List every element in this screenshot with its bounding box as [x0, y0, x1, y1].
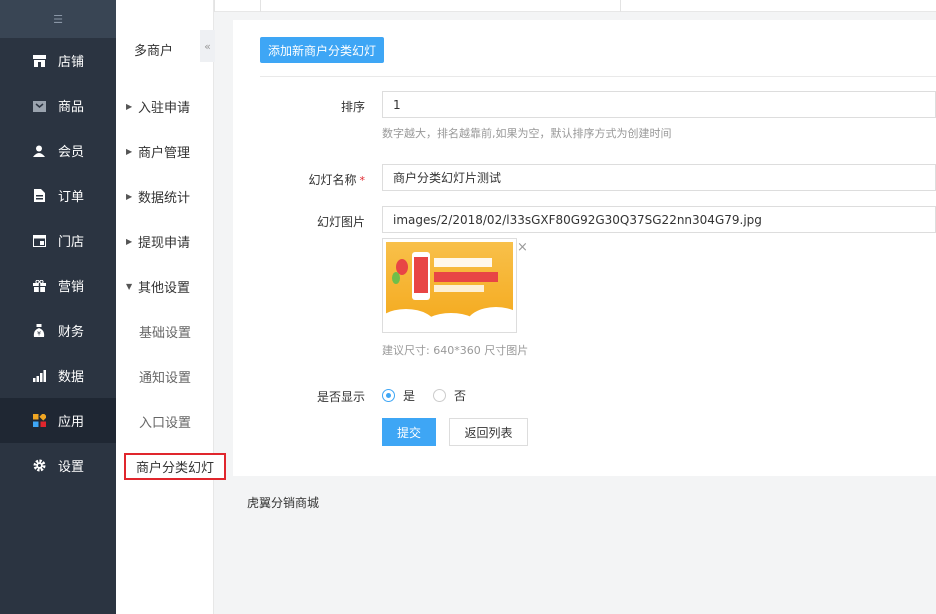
nav-item-order[interactable]: 订单: [0, 173, 116, 218]
nav-item-marketing[interactable]: 营销: [0, 263, 116, 308]
apps-icon: [32, 414, 46, 428]
radio-unchecked-icon: [433, 389, 446, 402]
svg-text:¥: ¥: [37, 331, 41, 338]
order-icon: [32, 189, 46, 203]
image-preview: [382, 238, 517, 333]
nav-item-apps[interactable]: 应用: [0, 398, 116, 443]
back-to-list-button[interactable]: 返回列表: [449, 418, 528, 446]
subnav-group-other[interactable]: ▼ 其他设置: [126, 277, 190, 296]
subnav-group-label: 商户管理: [138, 146, 191, 161]
sort-input[interactable]: 1: [382, 91, 936, 118]
nav-item-store[interactable]: 店铺: [0, 38, 116, 83]
nav-label: 应用: [58, 415, 85, 430]
store-icon: [32, 54, 46, 68]
remove-image-icon[interactable]: ×: [517, 240, 528, 255]
required-mark: *: [359, 174, 366, 187]
nav-item-settings[interactable]: 设置: [0, 443, 116, 488]
nav-item-member[interactable]: 会员: [0, 128, 116, 173]
sort-hint: 数字越大，排名越靠前,如果为空，默认排序方式为创建时间: [382, 127, 672, 140]
caret-right-icon: ▶: [126, 237, 133, 246]
slide-name-input[interactable]: 商户分类幻灯片测试: [382, 164, 936, 191]
goods-icon: [32, 99, 46, 113]
subnav-group-label: 入驻申请: [138, 101, 191, 116]
caret-right-icon: ▶: [126, 102, 133, 111]
gift-icon: [32, 279, 46, 293]
nav-label: 营销: [58, 280, 85, 295]
nav-label: 数据: [58, 370, 85, 385]
radio-label: 是: [403, 389, 416, 403]
radio-label: 否: [454, 389, 467, 403]
footer-brand: 虎翼分销商城: [247, 496, 320, 510]
nav-label: 财务: [58, 325, 85, 340]
subnav-group-label: 数据统计: [138, 191, 191, 206]
slide-thumbnail-image: [386, 242, 513, 329]
subnav-item-slides[interactable]: 商户分类幻灯: [124, 453, 226, 480]
sidebar-toggle[interactable]: ☰: [0, 0, 116, 38]
subnav-item-basic[interactable]: 基础设置: [139, 322, 191, 341]
subnav-group-label: 提现申请: [138, 236, 191, 251]
slide-image-label: 幻灯图片: [316, 215, 365, 229]
money-bag-icon: ¥: [32, 324, 46, 338]
nav-item-goods[interactable]: 商品: [0, 83, 116, 128]
menu-toggle-icon: ☰: [53, 12, 63, 26]
nav-label: 门店: [58, 235, 85, 250]
gear-icon: [32, 459, 46, 473]
display-yes-radio[interactable]: 是: [382, 387, 415, 404]
nav-item-shop[interactable]: 门店: [0, 218, 116, 263]
display-no-radio[interactable]: 否: [433, 387, 466, 404]
subnav-group-label: 其他设置: [138, 281, 191, 296]
tab-separator: [214, 0, 215, 12]
caret-right-icon: ▶: [126, 192, 133, 201]
slide-image-input[interactable]: images/2/2018/02/l33sGXF80G92G30Q37SG22n…: [382, 206, 936, 233]
bar-chart-icon: [32, 369, 46, 383]
nav-label: 会员: [58, 145, 85, 160]
divider: [260, 76, 936, 77]
caret-down-icon: ▼: [126, 282, 133, 291]
nav-label: 商品: [58, 100, 85, 115]
subnav-title: 多商户: [134, 44, 174, 59]
subnav-group-stats[interactable]: ▶ 数据统计: [126, 187, 190, 206]
top-tab-strip: [214, 0, 936, 12]
subnav-group-withdraw[interactable]: ▶ 提现申请: [126, 232, 190, 251]
sort-label: 排序: [340, 100, 365, 114]
secondary-sidebar: 多商户 « ▶ 入驻申请 ▶ 商户管理 ▶ 数据统计 ▶ 提现申请 ▼ 其他设置…: [116, 0, 226, 614]
image-size-hint: 建议尺寸: 640*360 尺寸图片: [382, 344, 529, 357]
main-sidebar: ☰ 店铺 商品 会员 订单 门店 营销 ¥ 财务 数据 应用 设置: [0, 0, 116, 614]
submit-button[interactable]: 提交: [382, 418, 436, 446]
nav-item-data[interactable]: 数据: [0, 353, 116, 398]
nav-label: 订单: [58, 190, 85, 205]
shop-icon: [32, 234, 46, 248]
add-slide-button[interactable]: 添加新商户分类幻灯: [260, 37, 385, 63]
subnav-group-apply[interactable]: ▶ 入驻申请: [126, 97, 190, 116]
slide-name-label-text: 幻灯名称: [308, 173, 357, 187]
display-label: 是否显示: [316, 390, 365, 404]
nav-label: 设置: [58, 460, 85, 475]
collapse-button[interactable]: «: [200, 30, 215, 62]
tab-separator: [620, 0, 621, 12]
double-chevron-left-icon: «: [204, 39, 211, 53]
caret-right-icon: ▶: [126, 147, 133, 156]
tab-separator: [260, 0, 261, 12]
subnav-group-merchant[interactable]: ▶ 商户管理: [126, 142, 190, 161]
slide-name-label: 幻灯名称 *: [265, 171, 365, 188]
member-icon: [32, 144, 46, 158]
radio-checked-icon: [382, 389, 395, 402]
nav-label: 店铺: [58, 55, 85, 70]
nav-item-finance[interactable]: ¥ 财务: [0, 308, 116, 353]
subnav-item-entry[interactable]: 入口设置: [139, 412, 191, 431]
subnav-item-notify[interactable]: 通知设置: [139, 367, 191, 386]
form-panel: 添加新商户分类幻灯 排序 1 数字越大，排名越靠前,如果为空，默认排序方式为创建…: [233, 20, 936, 476]
